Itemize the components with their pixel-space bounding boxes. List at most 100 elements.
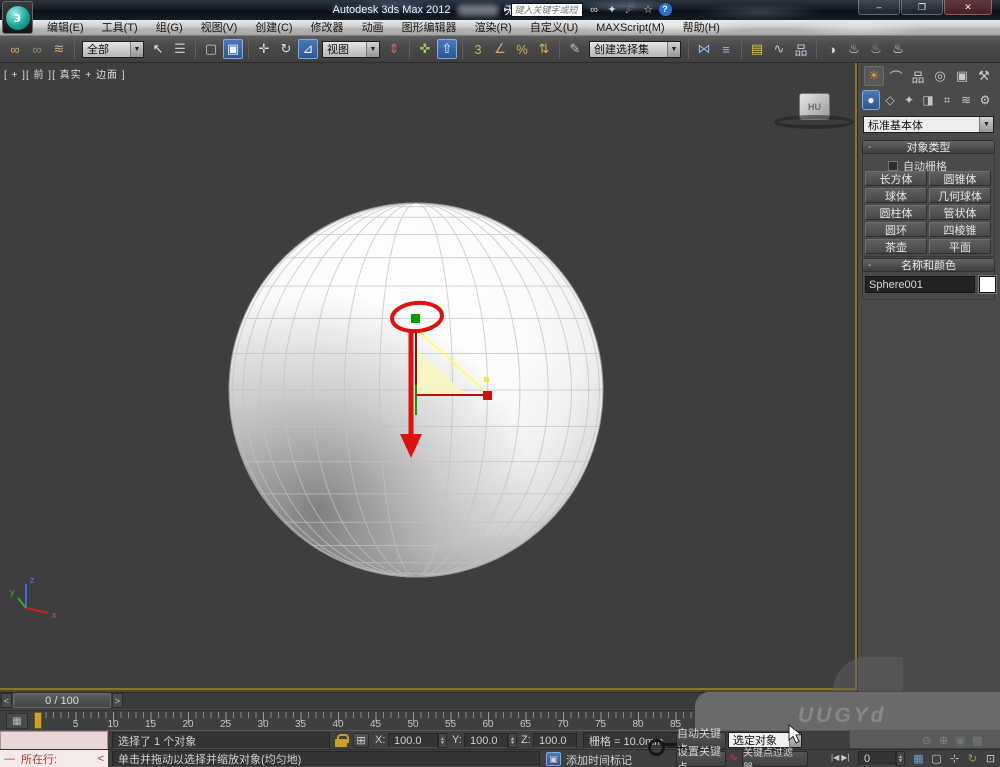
percent-snap-icon[interactable]: % <box>512 39 532 59</box>
tab-geometry[interactable]: ● <box>862 90 880 110</box>
maxscript-listener-line[interactable]: — 所在行: < <box>0 750 108 767</box>
tab-lights[interactable]: ✦ <box>900 90 918 110</box>
chevron-down-icon[interactable]: ▼ <box>667 42 680 57</box>
front-viewport[interactable]: [ + ][ 前 ][ 真实 + 边面 ] <box>0 63 857 690</box>
tab-spacewarps[interactable]: ≋ <box>957 90 975 110</box>
menu-item-8[interactable]: 渲染(R) <box>466 20 521 36</box>
search-icon[interactable]: ∞ <box>587 4 602 16</box>
menu-item-7[interactable]: 图形编辑器 <box>393 20 466 36</box>
object-button-圆锥体[interactable]: 圆锥体 <box>929 171 991 186</box>
use-pivot-center-icon[interactable]: ⇕ <box>384 39 404 59</box>
menu-item-10[interactable]: MAXScript(M) <box>587 20 673 36</box>
object-button-四棱锥[interactable]: 四棱锥 <box>929 222 991 237</box>
tab-systems[interactable]: ⚙ <box>976 90 994 110</box>
next-frame-button[interactable]: > <box>112 693 123 708</box>
help-icon[interactable]: ? <box>659 3 672 16</box>
pan-icon[interactable]: ⊹ <box>946 751 963 766</box>
object-button-球体[interactable]: 球体 <box>865 188 927 203</box>
listener-arrow-icon[interactable]: < <box>98 753 104 765</box>
angle-snap-icon[interactable]: ∠ <box>490 39 510 59</box>
align-icon[interactable]: ≡ <box>716 39 736 59</box>
object-name-input[interactable] <box>865 276 975 293</box>
object-button-长方体[interactable]: 长方体 <box>865 171 927 186</box>
coord-x-spinner[interactable]: ▲▼ <box>438 733 447 748</box>
favorites-star-icon[interactable]: ☆ <box>641 3 656 16</box>
tab-hierarchy[interactable]: 品 <box>908 66 928 86</box>
menu-item-11[interactable]: 帮助(H) <box>674 20 729 36</box>
collapse-icon[interactable]: - <box>868 260 871 271</box>
tab-motion[interactable]: ◎ <box>930 66 950 86</box>
object-button-平面[interactable]: 平面 <box>929 239 991 254</box>
time-slider-handle[interactable]: 0 / 100 <box>13 693 111 708</box>
keyboard-override-icon[interactable]: ⇧ <box>437 39 457 59</box>
render-production-icon[interactable]: ♨ <box>888 39 908 59</box>
rendered-frame-icon[interactable]: ♨ <box>866 39 886 59</box>
key-filters-button[interactable]: 关键点过滤器... <box>742 751 808 767</box>
rect-selection-region-icon[interactable]: ▢ <box>201 39 221 59</box>
selection-filter-dropdown[interactable]: 全部▼ <box>82 41 144 58</box>
orbit-icon[interactable]: ↻ <box>964 751 981 766</box>
tab-cameras[interactable]: ◨ <box>919 90 937 110</box>
coord-z-field[interactable]: 100.0 <box>533 733 577 748</box>
add-time-tag-label[interactable]: 添加时间标记 <box>566 752 632 767</box>
object-type-rollout-header[interactable]: - 对象类型 <box>862 140 995 154</box>
current-frame-field[interactable]: 0 <box>858 751 896 766</box>
gizmo-y-handle[interactable] <box>411 314 420 323</box>
tab-helpers[interactable]: ⌗ <box>938 90 956 110</box>
select-and-rotate-icon[interactable]: ↻ <box>276 39 296 59</box>
select-by-name-icon[interactable]: ☰ <box>170 39 190 59</box>
material-editor-icon[interactable]: ◑ <box>822 39 842 59</box>
coord-x-field[interactable]: 100.0 <box>388 733 438 748</box>
mini-curve-editor-button[interactable]: ▦ <box>6 713 28 729</box>
object-button-圆环[interactable]: 圆环 <box>865 222 927 237</box>
sign-in-key-icon[interactable]: ✦ <box>605 3 620 16</box>
collapse-icon[interactable]: - <box>868 142 871 153</box>
set-key-button[interactable]: 设置关键点 <box>676 751 726 767</box>
tab-shapes[interactable]: ◇ <box>881 90 899 110</box>
search-input[interactable] <box>511 3 583 17</box>
bind-to-spacewarp-icon[interactable]: ≋ <box>49 39 69 59</box>
select-and-scale-icon[interactable]: ⊿ <box>298 39 318 59</box>
menu-item-3[interactable]: 视图(V) <box>192 20 247 36</box>
primitive-category-dropdown[interactable]: 标准基本体 ▼ <box>863 116 994 133</box>
application-menu-button[interactable]: ϶ <box>2 1 33 34</box>
minimize-button[interactable]: – <box>858 0 900 15</box>
maximize-viewport-icon[interactable]: ⊡ <box>982 751 999 766</box>
menu-item-1[interactable]: 工具(T) <box>93 20 147 36</box>
current-frame-marker[interactable] <box>34 712 42 729</box>
select-object-icon[interactable]: ↖ <box>148 39 168 59</box>
snap-toggle-3d-icon[interactable]: 3 <box>468 39 488 59</box>
schematic-view-icon[interactable]: 品 <box>791 39 811 59</box>
absolute-mode-button[interactable]: ⊞ <box>353 733 369 748</box>
previous-frame-button[interactable]: < <box>1 693 12 708</box>
object-button-圆柱体[interactable]: 圆柱体 <box>865 205 927 220</box>
tab-utilities[interactable]: ⚒ <box>974 66 994 86</box>
menu-item-4[interactable]: 创建(C) <box>246 20 301 36</box>
set-key-curve-icon[interactable]: ∿ <box>729 751 738 764</box>
named-sets-dropdown[interactable]: 创建选择集▼ <box>589 41 681 58</box>
object-button-管状体[interactable]: 管状体 <box>929 205 991 220</box>
coord-y-field[interactable]: 100.0 <box>464 733 508 748</box>
object-color-swatch[interactable] <box>979 276 996 293</box>
gizmo-x-handle[interactable] <box>483 391 492 400</box>
reference-coordinate-dropdown[interactable]: 视图▼ <box>322 41 380 58</box>
time-tag-icon[interactable]: ▣ <box>546 752 561 766</box>
spinner-snap-icon[interactable]: ⇅ <box>534 39 554 59</box>
coord-y-spinner[interactable]: ▲▼ <box>508 733 517 748</box>
menu-item-0[interactable]: 编辑(E) <box>38 20 93 36</box>
object-button-茶壶[interactable]: 茶壶 <box>865 239 927 254</box>
select-and-manipulate-icon[interactable]: ✜ <box>415 39 435 59</box>
window-crossing-icon[interactable]: ▣ <box>223 39 243 59</box>
maximize-button[interactable]: ❐ <box>901 0 943 15</box>
chevron-down-icon[interactable]: ▼ <box>979 117 993 132</box>
layer-manager-icon[interactable]: ▤ <box>747 39 767 59</box>
autogrid-checkbox[interactable] <box>888 161 898 171</box>
curve-editor-icon[interactable]: ∿ <box>769 39 789 59</box>
menu-item-9[interactable]: 自定义(U) <box>521 20 587 36</box>
tab-display[interactable]: ▣ <box>952 66 972 86</box>
previous-frame-icon[interactable]: |◀ <box>831 753 839 762</box>
unlink-selection-icon[interactable]: ∞ <box>27 39 47 59</box>
menu-item-5[interactable]: 修改器 <box>302 20 353 36</box>
named-selection-sets-icon[interactable]: ✎ <box>565 39 585 59</box>
select-and-move-icon[interactable]: ✛ <box>254 39 274 59</box>
